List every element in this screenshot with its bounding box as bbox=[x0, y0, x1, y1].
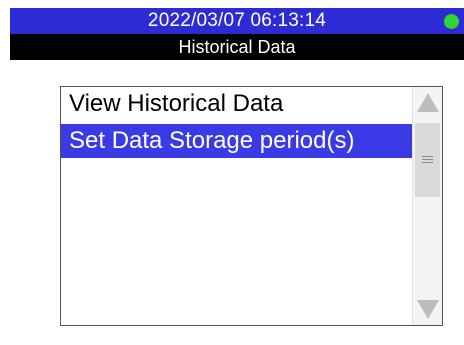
screen-margin bbox=[0, 0, 10, 345]
menu-items: View Historical Data Set Data Storage pe… bbox=[61, 87, 412, 325]
triangle-down-icon[interactable] bbox=[413, 295, 443, 325]
status-indicator-icon bbox=[444, 14, 459, 29]
status-bar: 2022/03/07 06:13:14 bbox=[10, 8, 464, 34]
triangle-up-icon[interactable] bbox=[413, 87, 443, 117]
device-screen: 2022/03/07 06:13:14 Historical Data View… bbox=[0, 0, 464, 345]
grip-lines-icon bbox=[422, 156, 433, 157]
menu-item-view-historical-data[interactable]: View Historical Data bbox=[61, 87, 412, 121]
menu-list: View Historical Data Set Data Storage pe… bbox=[60, 86, 443, 326]
grip-lines-icon bbox=[422, 162, 433, 163]
title-bar: Historical Data bbox=[10, 34, 464, 60]
menu-item-set-data-storage-period[interactable]: Set Data Storage period(s) bbox=[61, 124, 412, 158]
scrollbar[interactable] bbox=[412, 87, 442, 325]
page-title: Historical Data bbox=[178, 37, 296, 57]
grip-lines-icon bbox=[422, 159, 433, 160]
datetime-display: 2022/03/07 06:13:14 bbox=[147, 10, 327, 31]
scroll-thumb[interactable] bbox=[415, 123, 440, 197]
